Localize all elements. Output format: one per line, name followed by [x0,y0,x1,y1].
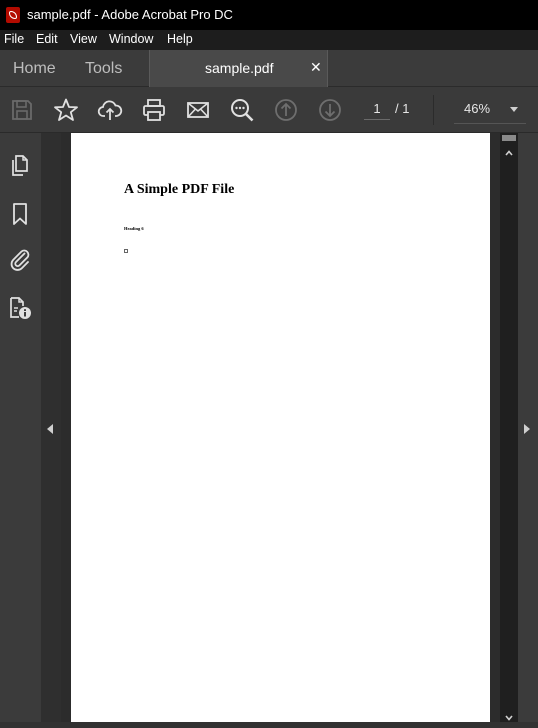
zoom-dropdown[interactable]: 46% [454,97,526,124]
save-icon[interactable] [9,97,35,123]
list-bullet [124,249,128,253]
cloud-upload-icon[interactable] [97,97,123,123]
menu-window[interactable]: Window [109,32,153,46]
scroll-down-icon[interactable] [504,710,514,721]
star-icon[interactable] [53,97,79,123]
pages-icon[interactable] [8,154,32,178]
tab-home[interactable]: Home [13,50,56,87]
close-tab-icon[interactable]: ✕ [310,59,322,76]
menu-edit[interactable]: Edit [36,32,58,46]
menu-view[interactable]: View [70,32,97,46]
title-bar: sample.pdf - Adobe Acrobat Pro DC [0,0,538,30]
tab-document-label: sample.pdf [205,60,274,76]
page-down-icon[interactable] [317,97,343,123]
acrobat-app-icon [6,7,20,23]
toolbar: 1 / 1 46% [0,87,538,133]
document-properties-icon[interactable] [8,296,32,320]
attachment-icon[interactable] [8,247,32,271]
window-title: sample.pdf - Adobe Acrobat Pro DC [27,7,233,22]
expand-right-panel-icon[interactable] [524,424,530,434]
menu-file[interactable]: File [4,32,24,46]
left-navigation-panel [0,133,41,722]
menu-bar: File Edit View Window Help [0,30,538,50]
print-icon[interactable] [141,97,167,123]
chevron-down-icon [510,107,518,112]
pdf-page[interactable]: A Simple PDF File Heading 6 [71,133,490,722]
document-heading: Heading 6 [124,226,144,231]
page-number-input[interactable]: 1 [364,101,390,120]
scrollbar-thumb[interactable] [502,135,516,141]
tab-bar: Home Tools sample.pdf ✕ [0,50,538,87]
document-title: A Simple PDF File [124,182,235,197]
menu-help[interactable]: Help [167,32,193,46]
vertical-scrollbar[interactable] [500,133,518,722]
page-total: / 1 [395,101,410,116]
scroll-up-icon[interactable] [504,145,514,156]
collapse-left-panel-icon[interactable] [47,424,53,434]
bookmark-icon[interactable] [8,202,32,226]
mail-icon[interactable] [185,97,211,123]
zoom-search-icon[interactable] [229,97,255,123]
tab-tools[interactable]: Tools [85,50,122,87]
page-up-icon[interactable] [273,97,299,123]
toolbar-divider [433,95,434,125]
tab-document[interactable]: sample.pdf ✕ [149,50,328,87]
zoom-value: 46% [464,101,491,116]
